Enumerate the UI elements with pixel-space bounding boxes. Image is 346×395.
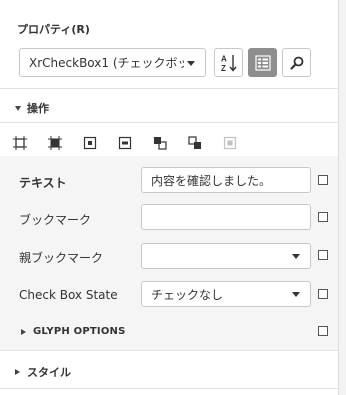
property-parent-bookmark-checkbox[interactable]: [318, 250, 328, 260]
categorized-view-button[interactable]: [248, 48, 277, 77]
align-left-icon[interactable]: [12, 135, 28, 151]
section-style-label: スタイル: [27, 366, 71, 379]
divider: [0, 88, 338, 89]
glyph-options-header[interactable]: GLYPH OPTIONS: [21, 326, 126, 337]
center-horizontal-icon[interactable]: [82, 135, 98, 151]
property-text-label: テキスト: [19, 176, 67, 190]
glyph-options-checkbox[interactable]: [318, 326, 328, 336]
property-text-value: 内容を確認しました。: [151, 173, 272, 188]
divider: [0, 350, 338, 351]
section-actions-label: 操作: [27, 102, 49, 115]
fit-bounds-icon: [222, 135, 238, 151]
alignment-toolbar: [12, 135, 257, 151]
expand-icon: [15, 369, 20, 375]
search-button[interactable]: [282, 48, 311, 77]
divider: [0, 122, 338, 123]
property-check-state-select[interactable]: チェックなし: [141, 281, 311, 307]
chevron-down-icon: [292, 254, 300, 259]
align-top-icon[interactable]: [47, 135, 63, 151]
send-to-back-icon[interactable]: [187, 135, 203, 151]
chevron-down-icon: [187, 61, 195, 66]
expand-icon: [21, 328, 26, 335]
svg-text:A: A: [221, 54, 227, 63]
property-check-state-value: チェックなし: [151, 287, 224, 302]
component-selector[interactable]: XrCheckBox1 (チェックボッ...: [19, 48, 206, 77]
property-parent-bookmark-select[interactable]: [141, 243, 311, 269]
bring-to-front-icon[interactable]: [152, 135, 168, 151]
search-icon: [289, 56, 303, 70]
component-selector-value: XrCheckBox1 (チェックボッ...: [29, 56, 184, 70]
property-check-state-checkbox[interactable]: [318, 289, 328, 299]
property-text-input[interactable]: 内容を確認しました。: [141, 167, 311, 193]
section-style-header[interactable]: スタイル: [15, 364, 71, 380]
divider: [0, 388, 338, 389]
sort-alphabetical-icon: A Z: [221, 54, 237, 73]
property-bookmark-checkbox[interactable]: [318, 212, 328, 222]
panel-title: プロパティ(R): [17, 23, 90, 36]
center-vertical-icon[interactable]: [117, 135, 133, 151]
svg-text:Z: Z: [221, 64, 226, 73]
property-bookmark-input[interactable]: [141, 204, 311, 230]
sort-alphabetical-button[interactable]: A Z: [214, 48, 243, 77]
scrollbar[interactable]: [338, 0, 346, 395]
property-text-checkbox[interactable]: [318, 175, 328, 185]
collapse-icon: [15, 105, 21, 111]
chevron-down-icon: [292, 292, 300, 297]
property-check-state-label: Check Box State: [19, 288, 118, 302]
section-actions-header[interactable]: 操作: [15, 100, 49, 116]
property-bookmark-label: ブックマーク: [19, 213, 92, 227]
categorized-view-icon: [254, 54, 271, 71]
property-parent-bookmark-label: 親ブックマーク: [19, 251, 104, 265]
glyph-options-label: GLYPH OPTIONS: [33, 326, 126, 337]
